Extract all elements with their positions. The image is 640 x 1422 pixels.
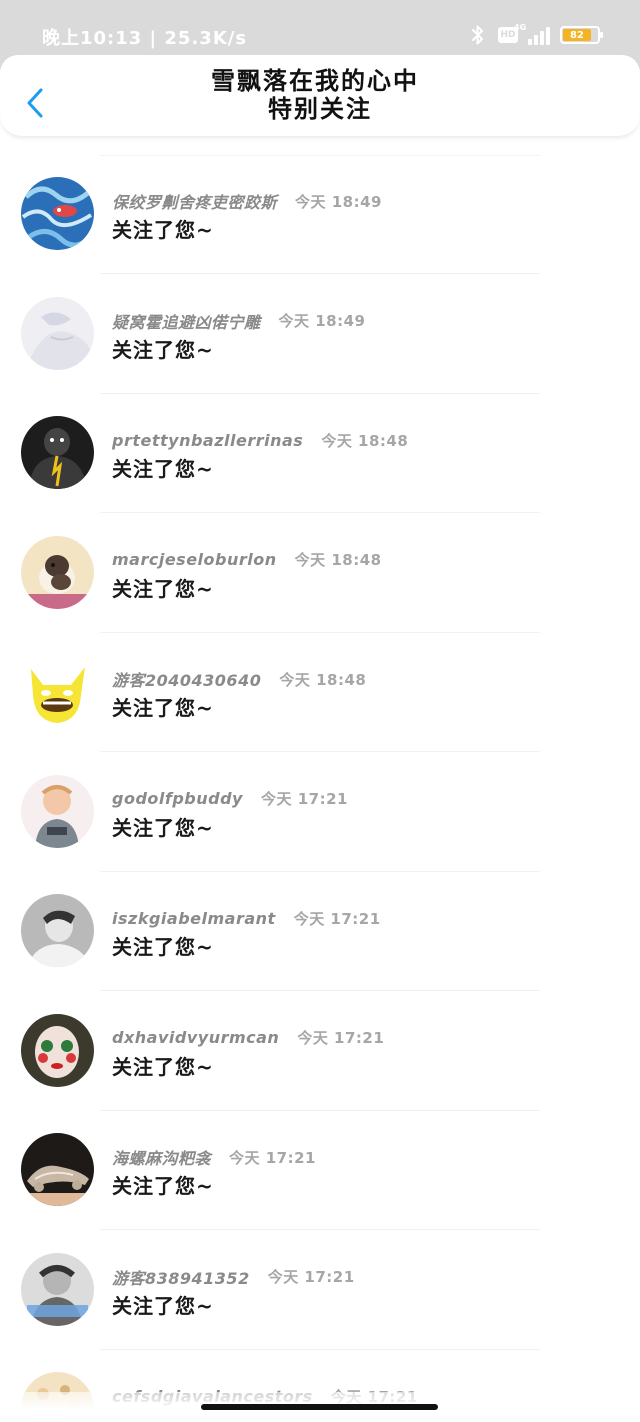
item-time: 今天 18:48 [294, 551, 382, 569]
item-action-text: 关注了您~ [112, 696, 214, 720]
header-bar: 雪飘落在我的心中 特别关注 [0, 55, 640, 137]
page-subtitle: 特别关注 [268, 95, 372, 123]
item-action-text: 关注了您~ [112, 1293, 214, 1318]
user-name[interactable]: 海螺麻沟粑衾 [112, 1145, 211, 1169]
list-item[interactable]: 游客2040430640 今天 18:48 关注了您~ [0, 633, 640, 752]
bluetooth-icon [468, 23, 488, 47]
item-time: 今天 17:21 [260, 790, 348, 808]
item-meta: iszkgiabelmarant 今天 17:21 [112, 906, 381, 930]
avatar[interactable] [21, 535, 94, 609]
item-time: 今天 18:49 [278, 312, 366, 330]
item-action-text: 关注了您~ [112, 935, 214, 959]
list-item[interactable]: marcjeseloburlon 今天 18:48 关注了您~ [0, 514, 640, 633]
list-item[interactable]: 保绞罗劓舍疼吏密跤斯 今天 18:49 关注了您~ [0, 155, 640, 274]
avatar[interactable] [21, 177, 94, 250]
home-indicator[interactable] [201, 1404, 438, 1410]
item-action-text: 关注了您~ [112, 1054, 214, 1079]
item-meta: 游客838941352 今天 17:21 [112, 1265, 355, 1289]
screen: 晚上10:13 | 25.3K/s HD 4G 82 雪飘落在我的心中 特别关注 [0, 0, 640, 1422]
list-item[interactable]: 游客838941352 今天 17:21 关注了您~ [0, 1231, 640, 1350]
avatar[interactable] [21, 1133, 94, 1206]
battery-icon: 82 [560, 26, 603, 44]
user-name[interactable]: 保绞罗劓舍疼吏密跤斯 [112, 189, 277, 213]
item-action-text: 关注了您~ [112, 815, 214, 840]
list-item[interactable]: 疑窝霍追避凶偌宁雕 今天 18:49 关注了您~ [0, 275, 640, 394]
battery-level: 82 [563, 29, 591, 41]
list-item[interactable]: godolfpbuddy 今天 17:21 关注了您~ [0, 753, 640, 872]
item-meta: 保绞罗劓舍疼吏密跤斯 今天 18:49 [112, 189, 382, 213]
user-name[interactable]: iszkgiabelmarant [112, 909, 276, 928]
item-meta: dxhavidvyurmcan 今天 17:21 [112, 1026, 384, 1050]
avatar[interactable] [21, 1252, 94, 1326]
list-item[interactable]: prtettynbazllerrinas 今天 18:48 关注了您~ [0, 394, 640, 513]
item-action-text: 关注了您~ [112, 457, 214, 481]
avatar[interactable] [21, 655, 94, 728]
list-item[interactable]: 海螺麻沟粑衾 今天 17:21 关注了您~ [0, 1111, 640, 1230]
item-action-text: 关注了您~ [112, 576, 214, 601]
item-time: 今天 17:21 [267, 1268, 355, 1286]
list-item[interactable]: dxhavidvyurmcan 今天 17:21 关注了您~ [0, 992, 640, 1111]
user-name[interactable]: 疑窝霍追避凶偌宁雕 [112, 309, 261, 333]
avatar[interactable] [21, 774, 94, 848]
item-time: 今天 17:21 [293, 909, 381, 928]
avatar[interactable] [21, 296, 94, 370]
user-name[interactable]: prtettynbazllerrinas [112, 431, 303, 450]
item-action-text: 关注了您~ [112, 337, 214, 362]
item-meta: 疑窝霍追避凶偌宁雕 今天 18:49 [112, 309, 366, 333]
item-meta: prtettynbazllerrinas 今天 18:48 [112, 428, 408, 452]
item-time: 今天 17:21 [229, 1148, 316, 1167]
item-meta: 海螺麻沟粑衾 今天 17:21 [112, 1145, 316, 1169]
status-icons: HD 4G 82 [468, 20, 603, 50]
item-meta: 游客2040430640 今天 18:48 [112, 667, 366, 691]
item-time: 今天 17:21 [297, 1029, 385, 1047]
item-time: 今天 18:48 [279, 670, 367, 689]
user-name[interactable]: godolfpbuddy [112, 789, 243, 808]
user-name[interactable]: dxhavidvyurmcan [112, 1028, 279, 1047]
status-time-speed: 晚上10:13 | 25.3K/s [42, 28, 248, 49]
signal-icon: 4G [514, 23, 550, 45]
user-name[interactable]: 游客838941352 [112, 1265, 250, 1289]
avatar[interactable] [21, 1013, 94, 1087]
user-name[interactable]: marcjeseloburlon [112, 550, 277, 569]
item-time: 今天 18:49 [295, 192, 382, 211]
item-action-text: 关注了您~ [112, 1174, 214, 1198]
network-type: 4G [514, 23, 527, 32]
avatar[interactable] [21, 416, 94, 489]
user-name[interactable]: 游客2040430640 [112, 667, 261, 691]
item-time: 今天 18:48 [321, 431, 409, 450]
avatar[interactable] [21, 894, 94, 967]
item-meta: marcjeseloburlon 今天 18:48 [112, 548, 382, 572]
item-meta: godolfpbuddy 今天 17:21 [112, 787, 348, 811]
item-action-text: 关注了您~ [112, 218, 214, 242]
list-item[interactable]: iszkgiabelmarant 今天 17:21 关注了您~ [0, 872, 640, 991]
